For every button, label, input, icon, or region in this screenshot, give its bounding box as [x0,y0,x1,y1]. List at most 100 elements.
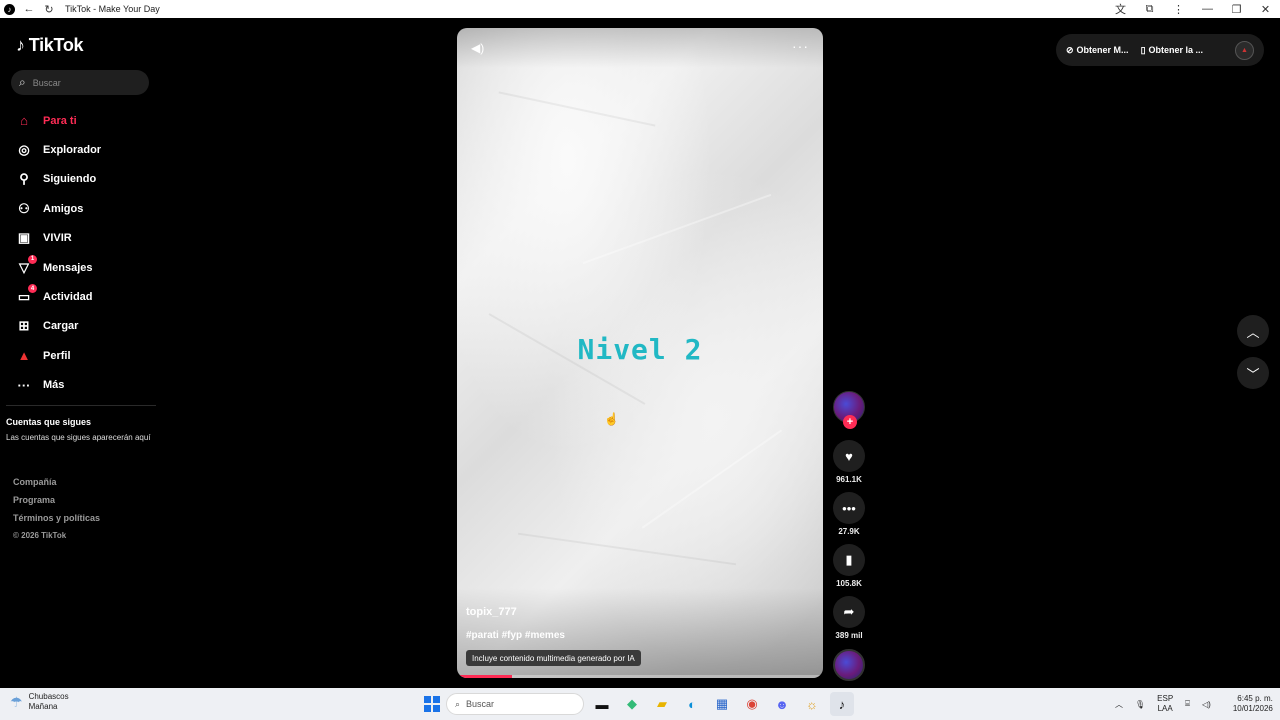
messages-badge: 1 [28,254,37,264]
live-tv-icon: ▣ [17,230,31,246]
follow-plus-icon[interactable]: + [843,415,857,429]
like-count: 961.1K [836,475,862,484]
sidebar-item-label: Para ti [43,114,77,127]
activity-icon: ▭ 4 [16,284,37,305]
search-box[interactable]: ⌕ [11,70,149,95]
more-dots-icon: ··· [17,377,31,393]
sidebar-item-perfil[interactable]: ▲ Perfil [0,341,160,370]
close-icon[interactable]: ✕ [1251,0,1280,18]
bookmark-icon[interactable]: ▮ [833,544,865,576]
video-actions: + ♥ 961.1K ••• 27.9K ▮ 105.8K ➦ 389 mil [833,391,865,681]
menu-kebab-icon[interactable]: ⋮ [1164,0,1193,18]
footer-link-terms[interactable]: Términos y políticas [13,513,100,531]
tray-chevron-up-icon[interactable]: ︿ [1115,699,1123,710]
search-icon: ⌕ [455,698,461,709]
sidebar-item-label: Mensajes [43,261,93,274]
windows-taskbar: ☂ Chubascos Mañana ⌕ Buscar ▬ ◆ ▰ ◐ ▦ ◉ … [0,688,1280,720]
sidebar-item-label: Siguiendo [43,173,97,186]
get-app-button[interactable]: ▯ Obtener la ... [1141,45,1203,56]
get-coins-button[interactable]: ⊘ Obtener M... [1066,45,1129,56]
messages-icon: ▽ 1 [16,254,37,276]
sidebar-item-cargar[interactable]: ⊞ Cargar [0,312,160,341]
comment-count: 27.9K [838,527,860,536]
footer-copyright: © 2026 TikTok [13,531,67,540]
comment-action[interactable]: ••• 27.9K [833,492,865,536]
next-video-button[interactable]: ﹀ [1237,357,1269,389]
sidebar-item-para-ti[interactable]: ⌂ Para ti [0,106,160,135]
get-coins-label: Obtener M... [1076,45,1129,55]
footer-link-company[interactable]: Compañía [13,477,100,495]
back-arrow-icon[interactable]: ← [23,3,35,15]
volume-icon[interactable]: ◀) [471,41,484,55]
sidebar-item-mensajes[interactable]: ▽ 1 Mensajes [0,253,160,282]
sidebar-item-actividad[interactable]: ▭ 4 Actividad [0,282,160,311]
chevron-up-icon: ︿ [1246,324,1260,340]
language-indicator[interactable]: ESP LAA [1157,694,1173,714]
creator-avatar[interactable]: + [833,391,865,429]
like-action[interactable]: ♥ 961.1K [833,440,865,484]
following-accounts-title: Cuentas que sigues [6,417,92,427]
reload-icon[interactable]: ↻ [43,3,55,16]
sidebar-item-mas[interactable]: ··· Más [0,371,160,400]
window-title: TikTok - Make Your Day [65,4,160,14]
save-count: 105.8K [836,579,862,588]
taskbar-search[interactable]: ⌕ Buscar [446,693,584,715]
save-action[interactable]: ▮ 105.8K [833,544,865,588]
task-view-icon[interactable]: ▬ [590,692,614,716]
browser-titlebar: ♪ ← ↻ TikTok - Make Your Day 文 ⧉ ⋮ — ❐ ✕ [0,0,1280,18]
translate-icon[interactable]: 文 [1106,0,1135,18]
coin-icon: ⊘ [1066,44,1074,55]
video-more-icon[interactable]: ··· [792,38,809,54]
network-icon[interactable]: ⌸ [1185,699,1190,709]
file-explorer-icon[interactable]: ▰ [650,692,674,716]
footer-link-program[interactable]: Programa [13,495,100,513]
language-region: LAA [1157,704,1173,713]
following-accounts-text: Las cuentas que sigues aparecerán aquí [6,433,151,442]
video-hashtags[interactable]: #parati #fyp #memes [466,630,565,641]
store-icon[interactable]: ▦ [710,692,734,716]
restore-icon[interactable]: ❐ [1222,0,1251,18]
sidebar-item-amigos[interactable]: ⚇ Amigos [0,194,160,223]
share-action[interactable]: ➦ 389 mil [833,596,865,640]
sidebar-item-siguiendo[interactable]: ⚲ Siguiendo [0,165,160,194]
friends-icon: ⚇ [18,200,30,216]
weather-widget[interactable]: ☂ Chubascos Mañana [10,692,69,712]
share-icon[interactable]: ➦ [833,596,865,628]
ai-content-label: Incluye contenido multimedia generado po… [466,650,641,666]
paper-crease [517,532,737,566]
windows-start-icon[interactable] [424,696,440,712]
sidebar: ♪ TikTok ⌕ ⌂ Para ti ◎ Explorador ⚲ Sigu… [0,18,160,688]
share-count: 389 mil [835,631,863,640]
video-author[interactable]: topix_777 [466,606,517,618]
video-player[interactable]: ◀) ··· Nivel 2 ☝ topix_777 #parati #fyp … [457,28,823,678]
discord-icon[interactable]: ☻ [770,692,794,716]
sidebar-item-vivir[interactable]: ▣ VIVIR [0,224,160,253]
get-app-label: Obtener la ... [1148,45,1204,55]
edge-icon[interactable]: ◐ [680,692,704,716]
heart-icon[interactable]: ♥ [833,440,865,472]
language-code: ESP [1157,694,1174,703]
clock[interactable]: 6:45 p. m. 10/01/2026 [1233,694,1273,714]
phone-icon: ▯ [1140,44,1146,55]
app-icon[interactable]: ☼ [800,692,824,716]
music-disc-icon[interactable] [833,649,865,681]
paper-crease [641,429,783,529]
user-avatar[interactable]: ▲ [1235,40,1254,60]
extensions-icon[interactable]: ⧉ [1135,0,1164,18]
clock-time: 6:45 p. m. [1237,694,1273,703]
widgets-icon[interactable]: ◆ [620,692,644,716]
sidebar-footer: Compañía Programa Términos y políticas ©… [13,477,100,545]
video-top-gradient [457,28,823,68]
comment-icon[interactable]: ••• [833,492,865,524]
speaker-icon[interactable]: ◁) [1202,700,1211,709]
microphone-icon[interactable]: 🎙 [1135,700,1145,709]
tiktok-logo[interactable]: ♪ TikTok [16,35,84,56]
previous-video-button[interactable]: ︿ [1237,315,1269,347]
tiktok-taskbar-icon[interactable]: ♪ [830,692,854,716]
sidebar-item-explorador[interactable]: ◎ Explorador [0,135,160,164]
video-progress-bar[interactable] [457,675,823,678]
chrome-icon[interactable]: ◉ [740,692,764,716]
profile-avatar-icon: ▲ [17,348,31,364]
search-input[interactable] [32,77,133,88]
minimize-icon[interactable]: — [1193,0,1222,18]
